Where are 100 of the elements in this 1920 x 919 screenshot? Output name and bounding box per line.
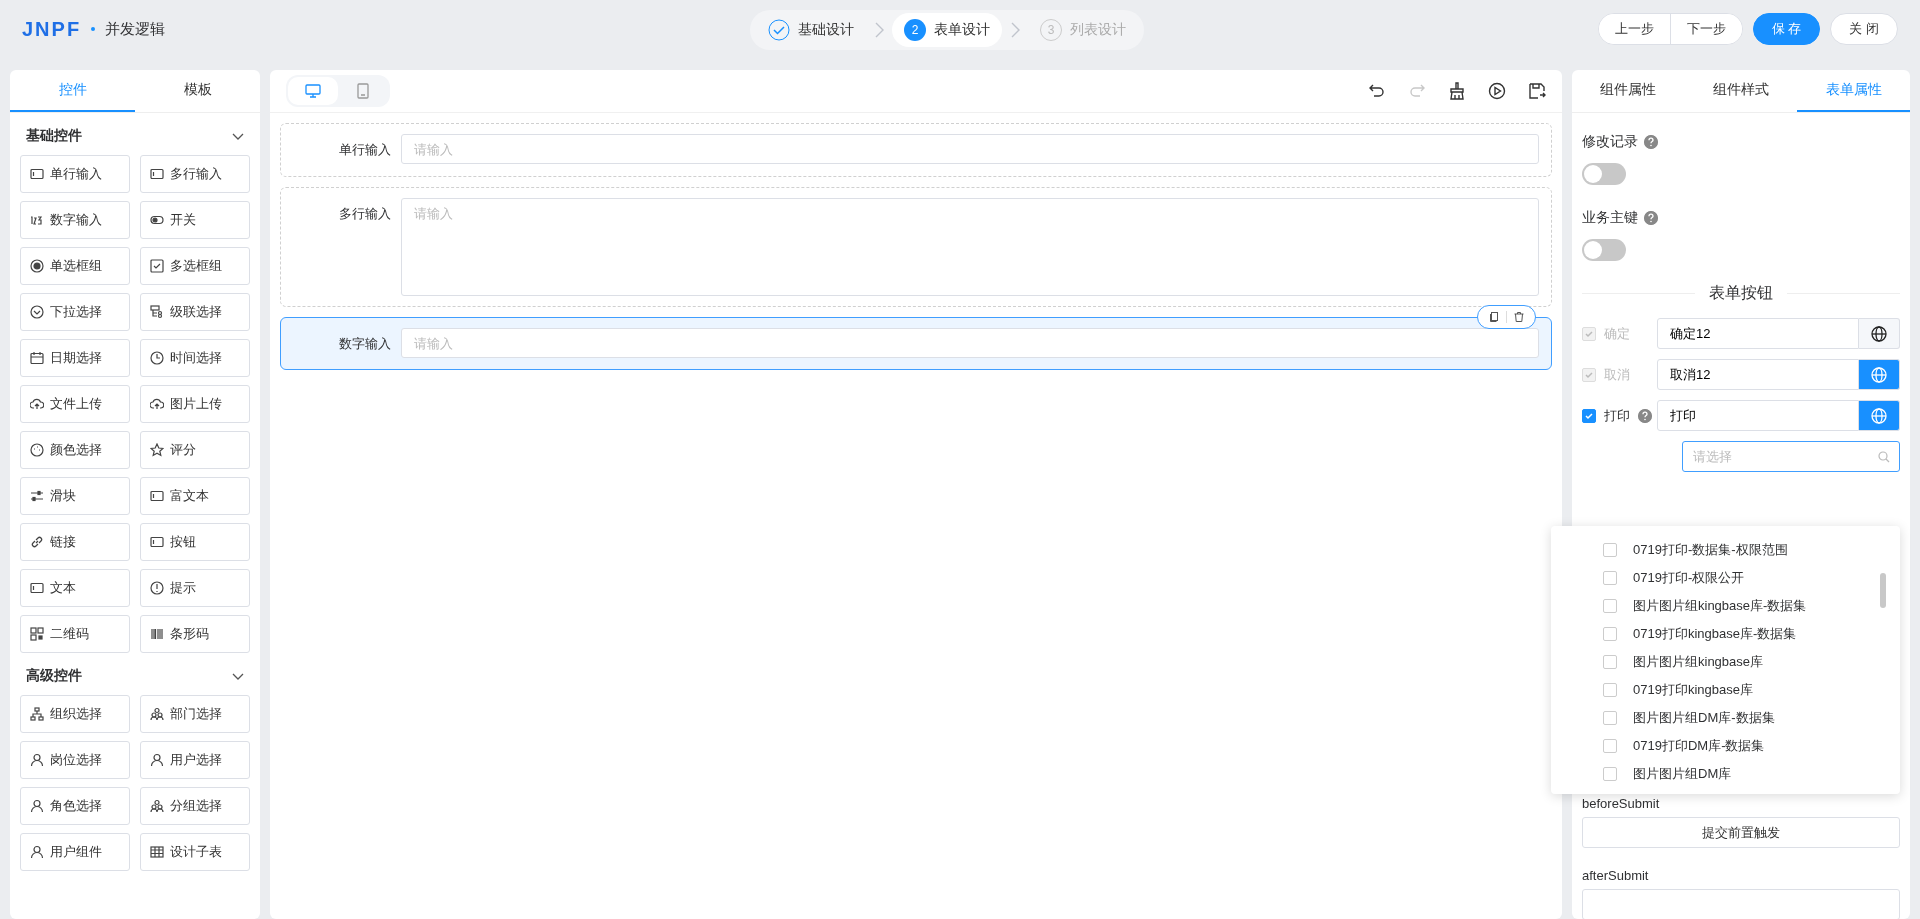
checkbox[interactable]	[1582, 408, 1596, 423]
component-item[interactable]: 图片上传	[140, 385, 250, 423]
component-item[interactable]: 用户组件	[20, 833, 130, 871]
info-icon	[150, 581, 164, 595]
field-label: 数字输入	[338, 335, 392, 353]
component-item[interactable]: 二维码	[20, 615, 130, 653]
barcode-icon	[150, 627, 164, 641]
panel-tab[interactable]: 模板	[135, 70, 260, 112]
help-icon[interactable]	[1644, 211, 1658, 225]
checkbox[interactable]	[1603, 655, 1617, 669]
component-item[interactable]: 颜色选择	[20, 431, 130, 469]
option-label[interactable]: 图片图片组DM库	[1629, 763, 1736, 785]
component-item[interactable]: 下拉选择	[20, 293, 130, 331]
component-item[interactable]: 级联选择	[140, 293, 250, 331]
component-item[interactable]: 按钮	[140, 523, 250, 561]
cascader-icon	[150, 305, 164, 319]
checkbox[interactable]	[1603, 711, 1617, 725]
check-icon	[1584, 410, 1594, 421]
monitor-icon[interactable]	[288, 77, 338, 105]
component-item[interactable]: 条形码	[140, 615, 250, 653]
text-input[interactable]: 打印	[1657, 400, 1859, 431]
toggle-switch[interactable]	[1582, 239, 1626, 261]
checkbox-label: 取消	[1604, 365, 1630, 384]
component-item[interactable]: 评分	[140, 431, 250, 469]
component-item[interactable]: 单行输入	[20, 155, 130, 193]
option-label[interactable]: 图片图片组DM库-数据集	[1629, 707, 1779, 729]
step[interactable]: 2 表单设计	[892, 13, 1002, 47]
checkbox[interactable]	[1603, 683, 1617, 697]
component-item[interactable]: 多选框组	[140, 247, 250, 285]
component-item[interactable]: 富文本	[140, 477, 250, 515]
checkbox[interactable]	[1603, 571, 1617, 585]
event-button[interactable]: 提交前置触发	[1582, 817, 1900, 848]
input-field[interactable]: 请输入	[401, 328, 1539, 358]
table-icon	[150, 845, 164, 859]
checkbox[interactable]	[1603, 767, 1617, 781]
close-button[interactable]: 关 闭	[1830, 13, 1898, 45]
component-item[interactable]: 岗位选择	[20, 741, 130, 779]
play-icon[interactable]	[1488, 82, 1506, 100]
checkbox[interactable]	[1603, 599, 1617, 613]
event-button[interactable]	[1582, 889, 1900, 919]
copy-icon[interactable]	[1488, 311, 1500, 323]
trash-icon[interactable]	[1513, 311, 1525, 323]
component-item[interactable]: 文件上传	[20, 385, 130, 423]
component-item[interactable]: 开关	[140, 201, 250, 239]
clock-icon	[150, 351, 164, 365]
component-item[interactable]: 部门选择	[140, 695, 250, 733]
option-label[interactable]: 0719打印kingbase库	[1629, 679, 1757, 701]
checkbox-icon	[150, 259, 164, 273]
form-item[interactable]: 数字输入 请输入	[280, 317, 1552, 370]
component-item[interactable]: 提示	[140, 569, 250, 607]
scrollbar[interactable]	[1880, 573, 1886, 608]
textarea-field[interactable]: 请输入	[401, 198, 1539, 296]
upload-icon	[30, 397, 44, 411]
field-label: 多行输入	[338, 205, 392, 223]
component-item[interactable]: 文本	[20, 569, 130, 607]
select-field[interactable]: 请选择	[1682, 441, 1900, 472]
component-item[interactable]: 角色选择	[20, 787, 130, 825]
event-label: afterSubmit	[1582, 868, 1650, 883]
toggle-switch[interactable]	[1582, 163, 1626, 185]
people-icon	[150, 707, 164, 721]
component-item[interactable]: 滑块	[20, 477, 130, 515]
step[interactable]: 基础设计	[756, 13, 866, 47]
option-label[interactable]: 图片图片组kingbase库-数据集	[1629, 595, 1811, 617]
component-item[interactable]: 分组选择	[140, 787, 250, 825]
step-button[interactable]: 下一步	[1669, 14, 1742, 44]
component-item[interactable]: 多行输入	[140, 155, 250, 193]
field-label: 单行输入	[338, 141, 392, 159]
checkbox[interactable]	[1603, 627, 1617, 641]
component-item[interactable]: 数字输入	[20, 201, 130, 239]
panel-tab[interactable]: 组件属性	[1572, 70, 1685, 112]
checkbox[interactable]	[1603, 739, 1617, 753]
org-chart-icon	[30, 707, 44, 721]
section-title: 高级控件	[26, 667, 82, 685]
component-item[interactable]: 用户选择	[140, 741, 250, 779]
undo-icon[interactable]	[1368, 82, 1386, 100]
component-item[interactable]: 日期选择	[20, 339, 130, 377]
checkbox-label: 确定	[1604, 324, 1630, 343]
input-field[interactable]: 请输入	[401, 134, 1539, 164]
option-label[interactable]: 0719打印kingbase库-数据集	[1629, 623, 1801, 645]
component-item[interactable]: 组织选择	[20, 695, 130, 733]
panel-tab[interactable]: 组件样式	[1684, 70, 1798, 112]
option-label[interactable]: 图片图片组kingbase库	[1629, 651, 1768, 673]
option-label[interactable]: 0719打印DM库-数据集	[1629, 735, 1769, 757]
component-item[interactable]: 时间选择	[140, 339, 250, 377]
option-label[interactable]: 0719打印-数据集-权限范围	[1629, 539, 1792, 561]
option-label[interactable]: 0719打印-权限公开	[1629, 567, 1749, 589]
form-item[interactable]: 多行输入 请输入	[280, 187, 1552, 307]
component-item[interactable]: 设计子表	[140, 833, 250, 871]
help-icon[interactable]	[1644, 135, 1658, 149]
save-icon[interactable]	[1528, 82, 1546, 100]
chevron-right-icon	[874, 22, 884, 38]
checkbox[interactable]	[1603, 543, 1617, 557]
help-icon[interactable]	[1638, 408, 1652, 423]
form-item[interactable]: 单行输入 请输入	[280, 123, 1552, 177]
setting-label: 修改记录	[1582, 133, 1638, 151]
component-item[interactable]: 链接	[20, 523, 130, 561]
component-item[interactable]: 单选框组	[20, 247, 130, 285]
brush-icon[interactable]	[1448, 82, 1466, 100]
upload-icon	[150, 397, 164, 411]
chevron-right-icon	[1010, 22, 1020, 38]
